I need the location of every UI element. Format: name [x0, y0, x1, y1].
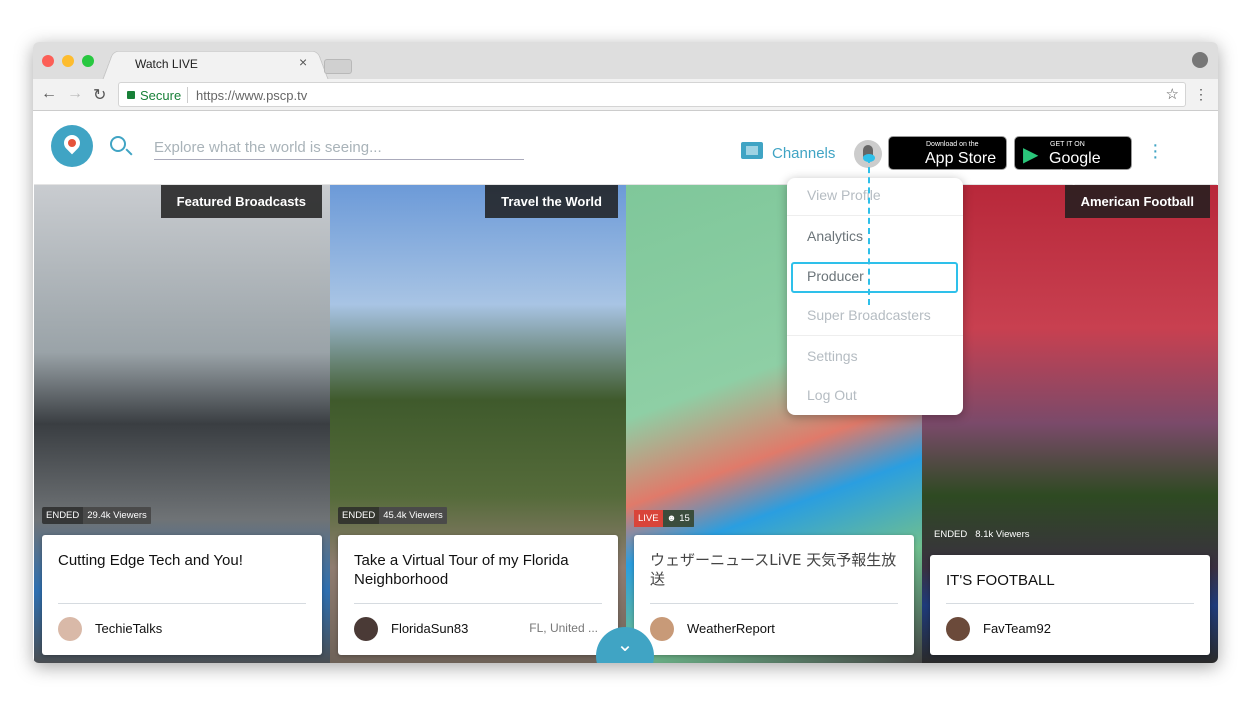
periscope-page: Channels Download on the App Store ▶ GET… [34, 112, 1218, 663]
channels-link[interactable]: Channels [772, 145, 835, 162]
viewer-count: 45.4k Viewers [379, 507, 447, 524]
category-label[interactable]: Featured Broadcasts [160, 185, 322, 218]
location: FL, United ... [529, 621, 598, 635]
google-play-badge[interactable]: ▶ GET IT ON Google Play [1014, 136, 1132, 185]
menu-item-log-out[interactable]: Log Out [807, 387, 857, 403]
divider [787, 215, 963, 216]
status-badge: ENDED 29.4k Viewers [42, 507, 151, 524]
live-text: LIVE [634, 510, 663, 527]
user-avatar[interactable] [354, 617, 378, 641]
divider [58, 603, 306, 604]
status-text: ENDED [46, 510, 80, 521]
bookmark-star-icon[interactable]: ☆ [1166, 85, 1179, 103]
user-avatar[interactable] [946, 617, 970, 641]
viewer-count: 15 [679, 513, 690, 524]
tv-icon[interactable] [741, 142, 763, 159]
close-window-button[interactable] [42, 55, 54, 67]
url-text: https://www.pscp.tv [196, 88, 308, 103]
username[interactable]: WeatherReport [687, 621, 775, 636]
viewer-count: 29.4k Viewers [83, 507, 151, 524]
forward-icon[interactable]: → [67, 85, 83, 103]
google-play-small: GET IT ON [1050, 141, 1085, 148]
tab-close-icon[interactable]: × [299, 54, 307, 70]
user-avatar[interactable] [650, 617, 674, 641]
url-input[interactable]: Secure https://www.pscp.tv ☆ [118, 82, 1186, 107]
lock-icon [127, 91, 135, 99]
back-icon[interactable]: ← [41, 85, 57, 103]
search-icon[interactable] [110, 136, 126, 152]
user-avatar[interactable] [58, 617, 82, 641]
broadcast-tile[interactable]: Travel the World ENDED 45.4k Viewers Take… [330, 185, 626, 663]
divider [187, 87, 188, 103]
chevron-down-icon: ⌄ [616, 634, 634, 656]
browser-profile-icon[interactable] [1192, 52, 1208, 68]
broadcast-card[interactable]: Take a Virtual Tour of my Florida Neighb… [338, 535, 618, 655]
broadcast-card[interactable]: ウェザーニュースLiVE 天気予報生放送 WeatherReport [634, 535, 914, 655]
broadcast-title[interactable]: ウェザーニュースLiVE 天気予報生放送 [650, 551, 898, 589]
menu-item-analytics[interactable]: Analytics [807, 228, 863, 244]
broadcast-card[interactable]: IT'S FOOTBALL FavTeam92 [930, 555, 1210, 655]
tab-bar: Watch LIVE × [33, 42, 1218, 80]
play-icon: ▶ [1023, 144, 1039, 166]
menu-item-producer[interactable]: Producer [807, 268, 864, 284]
username[interactable]: FloridaSun83 [391, 621, 468, 636]
status-text: ENDED [342, 510, 376, 521]
search-input[interactable] [154, 136, 524, 160]
reload-icon[interactable]: ↻ [93, 85, 106, 105]
periscope-logo[interactable] [51, 125, 93, 167]
viewer-count: 8.1k Viewers [975, 529, 1030, 540]
divider [787, 335, 963, 336]
address-bar: ← → ↻ Secure https://www.pscp.tv ☆ ⋮ [33, 79, 1218, 111]
secure-label: Secure [140, 88, 182, 103]
menu-item-super-broadcasters[interactable]: Super Broadcasters [807, 307, 931, 323]
more-options-icon[interactable]: · · · [1152, 135, 1160, 167]
app-store-label: App Store [925, 150, 997, 167]
app-store-small: Download on the [926, 141, 979, 148]
minimize-window-button[interactable] [62, 55, 74, 67]
status-text: ENDED [934, 529, 968, 540]
status-badge: ENDED 45.4k Viewers [338, 507, 447, 524]
divider [354, 603, 602, 604]
broadcast-tile[interactable]: American Football ENDED 8.1k Viewers IT'S… [922, 185, 1218, 663]
username[interactable]: TechieTalks [95, 621, 162, 636]
broadcast-title[interactable]: Take a Virtual Tour of my Florida Neighb… [354, 551, 602, 589]
broadcast-card[interactable]: Cutting Edge Tech and You! TechieTalks [42, 535, 322, 655]
category-label[interactable]: American Football [1064, 185, 1210, 218]
broadcast-tile[interactable]: Featured Broadcasts ENDED 29.4k Viewers C… [34, 185, 330, 663]
divider [946, 603, 1194, 604]
category-label[interactable]: Travel the World [485, 185, 618, 218]
status-badge: ENDED 8.1k Viewers [930, 526, 1033, 543]
tab-title: Watch LIVE [135, 57, 198, 71]
browser-window: Watch LIVE × ← → ↻ Secure https://www.ps… [33, 42, 1218, 663]
status-badge: LIVE ☻ 15 [634, 510, 694, 527]
broadcast-title[interactable]: IT'S FOOTBALL [946, 571, 1194, 590]
pointer-line [868, 157, 870, 305]
broadcast-title[interactable]: Cutting Edge Tech and You! [58, 551, 306, 570]
new-tab-button[interactable] [324, 59, 352, 74]
profile-dropdown-menu: View Profile Analytics Producer Super Br… [787, 178, 963, 415]
maximize-window-button[interactable] [82, 55, 94, 67]
username[interactable]: FavTeam92 [983, 621, 1051, 636]
site-header: Channels Download on the App Store ▶ GET… [34, 112, 1217, 185]
browser-menu-icon[interactable]: ⋮ [1194, 86, 1208, 103]
menu-item-settings[interactable]: Settings [807, 348, 858, 364]
app-store-badge[interactable]: Download on the App Store [888, 136, 1007, 170]
google-play-label: Google Play [1049, 150, 1101, 185]
divider [650, 603, 898, 604]
